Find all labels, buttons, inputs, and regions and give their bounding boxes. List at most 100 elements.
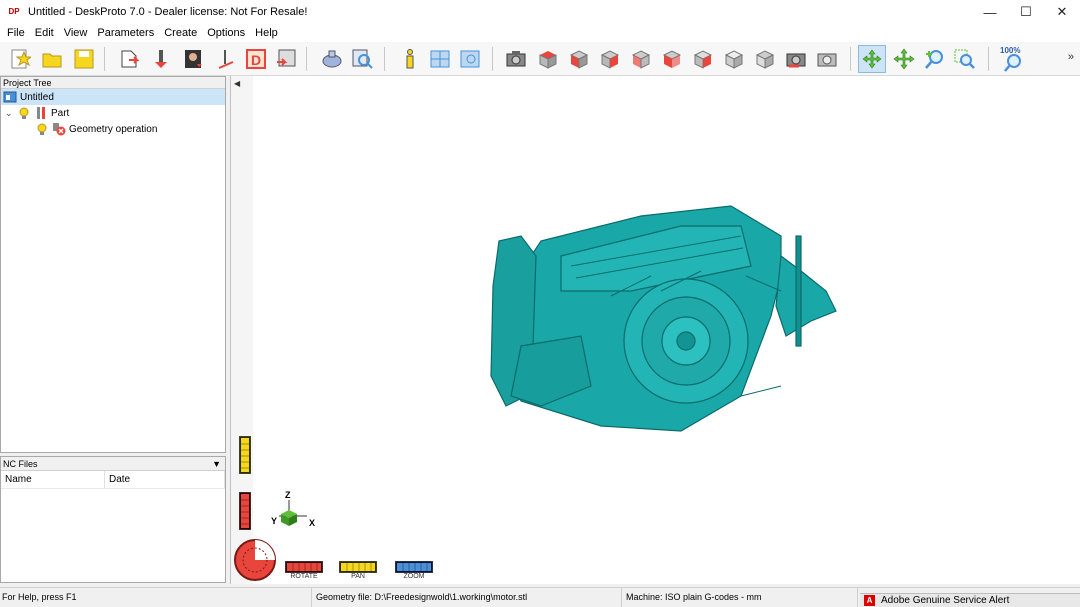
camera-view-button[interactable] (502, 45, 530, 73)
d-letter-icon: D (246, 49, 266, 69)
tree-item-project[interactable]: Untitled (1, 89, 225, 105)
view-back-button[interactable] (627, 45, 655, 73)
rotate-dial[interactable] (233, 538, 277, 585)
project-tree-pane: Project Tree Untitled ⌄ Part Geometry op… (0, 76, 226, 453)
save-disk-icon (74, 49, 94, 69)
tree-item-geometry-operation[interactable]: Geometry operation (35, 121, 157, 137)
rotate-gauge-vertical[interactable] (238, 491, 252, 533)
column-name[interactable]: Name (1, 471, 105, 488)
app-logo: DP (8, 7, 20, 16)
tree-item-label: Untitled (20, 91, 54, 103)
column-date[interactable]: Date (105, 471, 225, 488)
pan-gauge-vertical[interactable] (238, 435, 252, 477)
rotate-gauge[interactable]: ROTATE (284, 560, 324, 580)
menu-create[interactable]: Create (159, 24, 202, 42)
vector-wizard-button[interactable] (212, 45, 240, 73)
cube-left-icon (662, 50, 682, 68)
part-wizard-button[interactable] (148, 45, 176, 73)
view-iso-button[interactable] (720, 45, 748, 73)
zoom-window-button[interactable] (950, 45, 978, 73)
nc-files-header: NC Files ▼ (1, 457, 225, 471)
cube-back-icon (631, 50, 651, 69)
view-right-button[interactable] (596, 45, 624, 73)
zoom-gauge[interactable]: ZOOM (394, 560, 434, 580)
simulation-button[interactable] (318, 45, 346, 73)
new-project-button[interactable] (6, 45, 34, 73)
nc-files-pane: NC Files ▼ Name Date (0, 456, 226, 583)
camera-save-icon (786, 53, 806, 68)
cube-iso-icon (724, 50, 744, 69)
view-front-button[interactable] (565, 45, 593, 73)
view-window-button[interactable] (456, 45, 484, 73)
view-window-icon (460, 50, 480, 68)
axis-cube-icon (279, 500, 307, 526)
view-bottom-button[interactable] (689, 45, 717, 73)
tree-item-label: Geometry operation (69, 123, 158, 135)
adobe-alert-notification[interactable]: A Adobe Genuine Service Alert (860, 593, 1080, 607)
save-view-button[interactable] (782, 45, 810, 73)
vector-pen-icon (218, 50, 234, 69)
maximize-button[interactable]: ☐ (1008, 0, 1044, 24)
chevron-down-icon[interactable]: ⌄ (5, 108, 15, 119)
menu-help[interactable]: Help (250, 24, 283, 42)
restore-view-button[interactable] (813, 45, 841, 73)
window-title: Untitled - DeskProto 7.0 - Dealer licens… (28, 6, 308, 18)
open-button[interactable] (38, 45, 66, 73)
save-nc-button[interactable] (272, 45, 300, 73)
zoom-100-label: 100% (1000, 46, 1020, 55)
axis-x-label: X (309, 518, 316, 528)
menu-edit[interactable]: Edit (30, 24, 59, 42)
zoom-window-icon (954, 49, 975, 69)
zoom-plus-icon (925, 50, 943, 69)
adobe-icon: A (864, 595, 875, 606)
preview-button[interactable] (348, 45, 376, 73)
folder-icon (42, 53, 62, 68)
toolbar-overflow-button[interactable]: » (1068, 51, 1074, 63)
rotate-gauge-label: ROTATE (290, 573, 318, 580)
deskproto-window: DP Untitled - DeskProto 7.0 - Dealer lic… (0, 0, 1080, 607)
load-geometry-button[interactable] (116, 45, 144, 73)
close-button[interactable]: ✕ (1044, 0, 1080, 24)
window-grid-icon (430, 50, 450, 68)
cube-top-icon (539, 51, 557, 69)
rotate-tool-button[interactable] (858, 45, 886, 73)
dropdown-arrow-icon[interactable]: ▼ (212, 457, 221, 471)
menu-view[interactable]: View (59, 24, 93, 42)
menu-file[interactable]: File (2, 24, 30, 42)
menu-parameters[interactable]: Parameters (92, 24, 159, 42)
menu-bar: File Edit View Parameters Create Options… (0, 24, 1080, 42)
operation-error-icon (52, 122, 66, 136)
minimize-button[interactable]: — (972, 0, 1008, 24)
split-view-button[interactable] (426, 45, 454, 73)
zoom-100-button[interactable]: 100% (998, 45, 1026, 73)
lightbulb-icon[interactable] (35, 122, 49, 136)
lightbulb-icon[interactable] (17, 106, 31, 120)
part-wizard-icon (155, 50, 167, 68)
camera-restore-icon (817, 53, 837, 67)
axis-triad: Z Y X (271, 490, 321, 537)
pan-gauge[interactable]: PAN (338, 560, 378, 580)
main-toolbar: D 100% » (0, 42, 1080, 76)
pan-arrows-icon (893, 48, 915, 70)
info-button[interactable] (396, 45, 424, 73)
svg-text:D: D (251, 52, 261, 68)
engine-model[interactable] (481, 196, 881, 456)
tree-item-part[interactable]: ⌄ Part (5, 105, 69, 121)
save-button[interactable] (70, 45, 98, 73)
image-wizard-button[interactable] (180, 45, 208, 73)
adobe-alert-text: Adobe Genuine Service Alert (881, 595, 1010, 606)
pan-tool-button[interactable] (890, 45, 918, 73)
collapse-left-icon[interactable]: ◀ (234, 79, 240, 88)
part-icon (34, 106, 48, 120)
zoom-gauge-label: ZOOM (403, 573, 425, 580)
title-bar: DP Untitled - DeskProto 7.0 - Dealer lic… (0, 0, 1080, 24)
rotate-arrows-icon (862, 49, 882, 69)
view-iso2-button[interactable] (751, 45, 779, 73)
geometry-arrow-icon (121, 50, 140, 68)
zoom-tool-button[interactable] (920, 45, 948, 73)
view-left-button[interactable] (658, 45, 686, 73)
menu-options[interactable]: Options (202, 24, 250, 42)
3d-viewport[interactable]: ◀ Z Y X ROTATE PAN ZOOM (230, 76, 1080, 584)
design-button[interactable]: D (242, 45, 270, 73)
view-top-button[interactable] (534, 45, 562, 73)
